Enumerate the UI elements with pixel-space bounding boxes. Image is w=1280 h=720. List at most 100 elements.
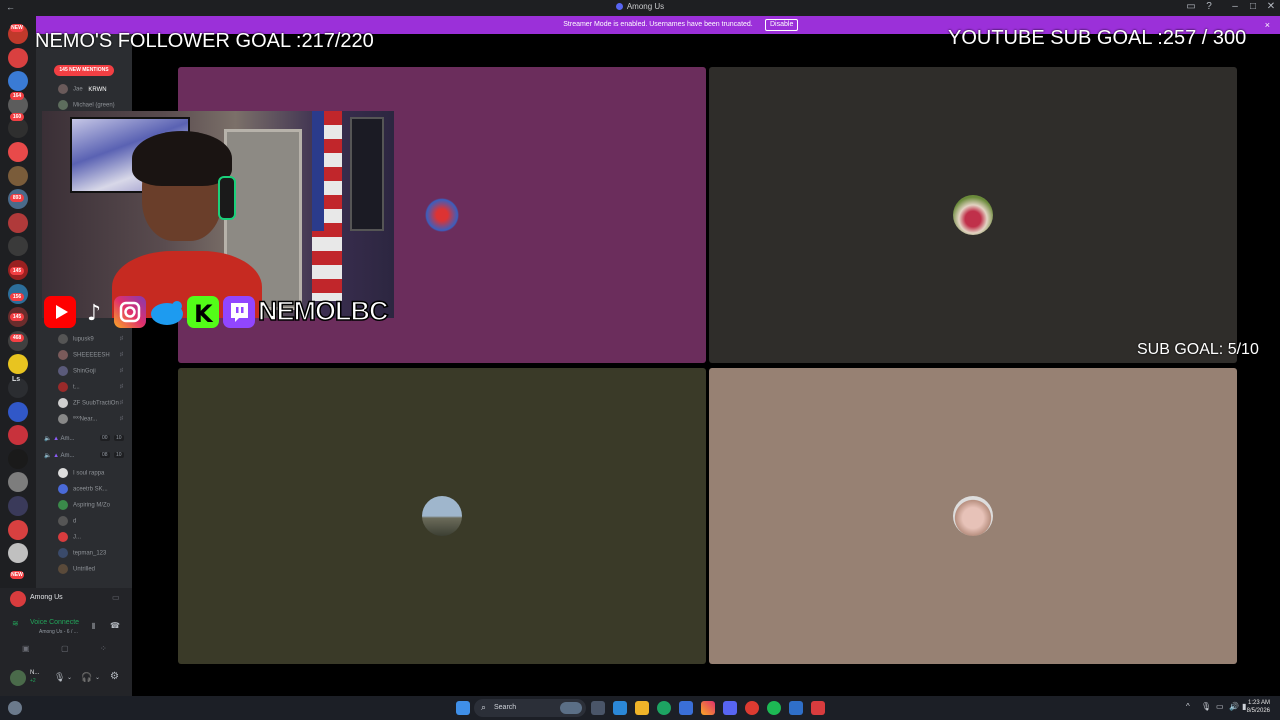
avatar (58, 366, 68, 376)
widgets-icon[interactable] (8, 701, 22, 715)
voice-user-row[interactable]: t... ♯ (58, 382, 123, 396)
server-icon[interactable] (8, 142, 28, 162)
close-banner-button[interactable]: × (1265, 20, 1270, 30)
participant-avatar (422, 195, 462, 235)
among-us-icon[interactable] (811, 701, 825, 715)
taskbar-clock[interactable]: 1:23 AM 8/5/2026 (1247, 699, 1270, 715)
user-name[interactable]: N... (30, 670, 39, 676)
screenshare-icon[interactable]: ▢ (61, 644, 69, 653)
voice-user-row[interactable]: ShinGoji ♯ (58, 366, 123, 380)
display-tray-icon[interactable]: ▭ (1216, 702, 1224, 711)
spotify-icon[interactable] (767, 701, 781, 715)
server-icon[interactable] (8, 212, 28, 233)
maximize-button[interactable]: □ (1244, 1, 1262, 12)
screen-icon[interactable]: ▭ (112, 593, 120, 602)
disconnect-icon[interactable]: ☎ (110, 621, 120, 630)
voice-user-row[interactable]: tepman_123 (58, 548, 106, 562)
participant-tile[interactable] (178, 368, 706, 664)
follower-goal-text: NEMO'S FOLLOWER GOAL :217/220 (35, 30, 374, 52)
server-icon[interactable] (8, 543, 28, 564)
voice-user-row[interactable]: Jae KRWN (58, 84, 107, 98)
inbox-icon[interactable]: ▭ (1182, 1, 1200, 12)
microphone-tray-icon[interactable]: 🎙 (1201, 702, 1211, 711)
volume-icon[interactable]: 🔊 (1229, 702, 1239, 711)
chevron-up-icon[interactable]: ^ (1186, 702, 1190, 711)
edge-browser-icon[interactable] (657, 701, 671, 715)
participant-tile[interactable] (709, 67, 1237, 363)
voice-user-tag: KRWN (88, 86, 107, 93)
user-limit: 10 (114, 452, 124, 458)
chrome-icon[interactable] (745, 701, 759, 715)
avatar (58, 100, 68, 110)
user-avatar[interactable] (10, 670, 26, 686)
disable-streamer-mode-button[interactable]: Disable (765, 19, 799, 31)
voice-user-row[interactable]: lupusk9 ♯ (58, 334, 123, 348)
server-avatar (10, 591, 26, 607)
store-icon[interactable] (679, 701, 693, 715)
server-icon[interactable] (8, 496, 28, 516)
chevron-down-icon[interactable]: ⌄ (67, 674, 72, 681)
server-icon[interactable] (8, 47, 28, 68)
voice-user-row[interactable]: ºººNear... ♯ (58, 414, 123, 428)
server-icon[interactable] (8, 401, 28, 422)
mention-badge: 156 (10, 293, 24, 301)
search-label: Search (494, 704, 517, 711)
start-button-icon[interactable] (456, 701, 470, 715)
instagram-app-icon[interactable] (701, 701, 715, 715)
minimize-button[interactable]: – (1226, 1, 1244, 12)
server-icon[interactable] (8, 118, 28, 139)
voice-user-row[interactable]: Untrilled (58, 564, 95, 578)
settings-gear-icon[interactable]: ⚙ (110, 671, 119, 682)
server-icon[interactable] (8, 165, 28, 186)
signal-icon[interactable]: ≋ (12, 619, 19, 628)
server-icon[interactable] (8, 71, 28, 92)
task-view-icon[interactable] (591, 701, 605, 715)
voice-user-row[interactable]: Aspiring M/Zo (58, 500, 110, 514)
sub-goal-text: SUB GOAL: 5/10 (1137, 341, 1259, 358)
user-limit: 10 (114, 435, 124, 441)
voice-user-row[interactable]: d (58, 516, 76, 530)
voice-user-name: Michael (green) (73, 102, 115, 109)
voice-user-row[interactable]: aceetrb SK... (58, 484, 108, 498)
mention-badge: NEW (10, 24, 24, 32)
file-explorer-icon[interactable] (635, 701, 649, 715)
brand-handle: NEMOLBC (257, 295, 389, 327)
participant-avatar (422, 496, 462, 536)
participant-tile[interactable] (709, 368, 1237, 664)
noise-suppression-icon[interactable]: ⫴ (92, 622, 95, 632)
copilot-icon[interactable] (613, 701, 627, 715)
taskbar-search[interactable]: ⌕ Search (474, 699, 586, 717)
voice-user-name: ZF SuubTractiOn (73, 400, 119, 407)
camera-icon[interactable]: ▣ (22, 644, 30, 653)
voice-user-row[interactable]: I soul rappa (58, 468, 104, 482)
chevron-down-icon[interactable]: ⌄ (95, 674, 100, 681)
svg-text:♪: ♪ (87, 301, 101, 326)
server-icon[interactable] (8, 448, 28, 469)
help-icon[interactable]: ? (1200, 1, 1218, 12)
voice-user-row[interactable]: J... (58, 532, 81, 546)
voice-user-row[interactable]: ZF SuubTractiOn ♯ (58, 398, 123, 412)
headphones-icon[interactable]: 🎧 (81, 672, 92, 683)
mute-microphone-icon[interactable]: 🎙 (54, 672, 65, 683)
participant-avatar (953, 496, 993, 536)
voice-channel-name: Am... (60, 436, 75, 442)
voice-user-name: Untrilled (73, 566, 96, 573)
server-icon[interactable] (8, 425, 28, 446)
server-icon[interactable] (8, 354, 28, 375)
server-icon-text[interactable]: Ls (12, 376, 20, 383)
app-icon[interactable] (789, 701, 803, 715)
discord-app-icon[interactable] (723, 701, 737, 715)
voice-channel-icon: ▲ (53, 436, 60, 442)
avatar (58, 350, 68, 360)
avatar (58, 414, 68, 424)
voice-channel-row[interactable]: 🔈 ▲ Am... 08 10 (44, 452, 124, 464)
server-icon[interactable] (8, 519, 28, 540)
new-mentions-pill[interactable]: 145 NEW MENTIONS (54, 65, 114, 76)
activity-icon[interactable]: ⁘ (100, 644, 107, 653)
server-icon[interactable] (8, 472, 28, 493)
close-window-button[interactable]: ✕ (1262, 1, 1280, 12)
voice-channel-row[interactable]: 🔈 ▲ Am... 00 10 (44, 435, 124, 447)
voice-user-row[interactable]: SHEEEEESH ♯ (58, 350, 123, 364)
voice-channel-name[interactable]: Among Us - 6 / ... (39, 629, 78, 635)
server-icon[interactable] (8, 236, 28, 257)
